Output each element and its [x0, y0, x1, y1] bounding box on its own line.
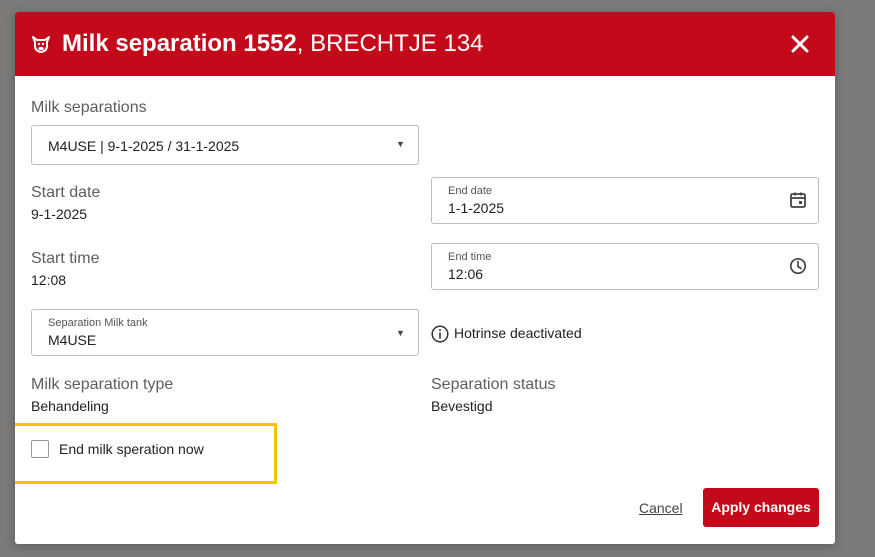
dialog-title-rest: , BRECHTJE 134	[296, 30, 484, 57]
end-date-label: End date	[448, 185, 493, 197]
chevron-down-icon: ▼	[396, 139, 405, 149]
clock-icon[interactable]	[789, 257, 807, 275]
info-icon	[431, 325, 449, 343]
separation-status-value: Bevestigd	[431, 398, 493, 414]
milk-separation-dialog: Milk separation 1552, BRECHTJE 134 Milk …	[15, 12, 835, 544]
end-time-label: End time	[448, 251, 492, 263]
end-time-value: 12:06	[448, 266, 484, 282]
dialog-header: Milk separation 1552, BRECHTJE 134	[15, 12, 835, 76]
separation-type-value: Behandeling	[31, 398, 109, 414]
separation-status-label: Separation status	[431, 376, 556, 393]
start-date-label: Start date	[31, 184, 101, 201]
apply-changes-button[interactable]: Apply changes	[703, 488, 819, 527]
start-date-value: 9-1-2025	[31, 206, 88, 222]
cancel-button[interactable]: Cancel	[639, 500, 683, 516]
dialog-title-bold: Milk separation 1552	[62, 30, 297, 57]
milk-tank-label: Separation Milk tank	[48, 317, 148, 329]
milk-separations-select[interactable]: M4USE | 9-1-2025 / 31-1-2025 ▼	[31, 125, 419, 165]
chevron-down-icon: ▼	[396, 328, 405, 338]
milk-separations-value: M4USE | 9-1-2025 / 31-1-2025	[48, 138, 240, 154]
milk-tank-select[interactable]: Separation Milk tank M4USE ▼	[31, 309, 419, 356]
start-time-label: Start time	[31, 250, 100, 267]
calendar-icon[interactable]	[789, 191, 807, 209]
separation-type-label: Milk separation type	[31, 376, 174, 393]
milk-tank-value: M4USE	[48, 332, 97, 348]
end-date-field[interactable]: End date 1-1-2025	[431, 177, 819, 224]
hotrinse-text: Hotrinse deactivated	[454, 325, 582, 341]
end-time-field[interactable]: End time 12:06	[431, 243, 819, 290]
dialog-title: Milk separation 1552, BRECHTJE 134	[62, 29, 484, 59]
close-icon[interactable]	[790, 34, 810, 54]
milk-separations-label: Milk separations	[31, 99, 147, 116]
end-now-checkbox[interactable]	[31, 440, 49, 458]
start-time-value: 12:08	[31, 272, 67, 288]
end-date-value: 1-1-2025	[448, 200, 505, 216]
cow-icon	[32, 36, 50, 53]
end-now-label[interactable]: End milk speration now	[59, 441, 204, 457]
